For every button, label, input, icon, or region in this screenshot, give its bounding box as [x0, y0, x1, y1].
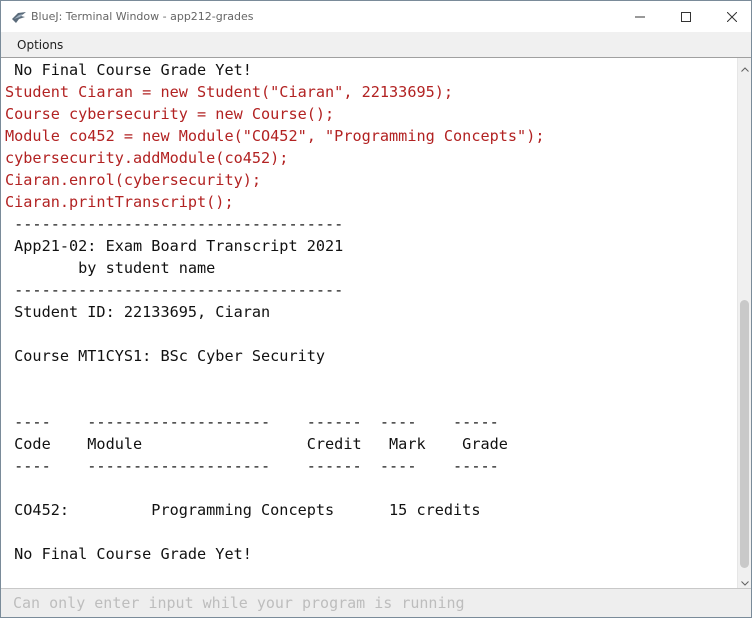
terminal-output-line: ---- -------------------- ------ ---- --…: [5, 457, 499, 475]
terminal-output-line: No Final Course Grade Yet!: [5, 61, 252, 79]
minimize-button[interactable]: [617, 1, 663, 32]
terminal-command-line: Ciaran.printTranscript();: [5, 193, 234, 211]
terminal-output-line: ---- -------------------- ------ ---- --…: [5, 413, 499, 431]
bluej-bird-icon: [11, 9, 27, 23]
terminal-output-line: ------------------------------------: [5, 281, 344, 299]
input-disabled-message: Can only enter input while your program …: [13, 594, 465, 612]
terminal-output[interactable]: No Final Course Grade Yet! Student Ciaran…: [1, 58, 737, 588]
maximize-button[interactable]: [663, 1, 709, 32]
menu-item-options[interactable]: Options: [17, 38, 63, 52]
terminal-output-line: by student name: [5, 259, 216, 277]
menu-bar: Options: [1, 32, 751, 58]
terminal-command-line: Ciaran.enrol(cybersecurity);: [5, 171, 262, 189]
minimize-icon: [635, 12, 645, 22]
terminal-command-line: Student Ciaran = new Student("Ciaran", 2…: [5, 83, 454, 101]
window-title: BlueJ: Terminal Window - app212-grades: [31, 10, 254, 23]
terminal-command-line: Module co452 = new Module("CO452", "Prog…: [5, 127, 545, 145]
terminal-output-line: No Final Course Grade Yet!: [5, 545, 252, 563]
terminal-input-bar[interactable]: Can only enter input while your program …: [1, 588, 751, 617]
terminal-output-line: App21-02: Exam Board Transcript 2021: [5, 237, 344, 255]
vertical-scrollbar[interactable]: [737, 57, 751, 590]
scroll-up-button[interactable]: [738, 57, 751, 76]
close-button[interactable]: [709, 1, 751, 32]
title-bar[interactable]: BlueJ: Terminal Window - app212-grades: [1, 1, 751, 32]
terminal-output-line: CO452: Programming Concepts 15 credits: [5, 501, 481, 519]
terminal-output-line: Code Module Credit Mark Grade: [5, 435, 508, 453]
chevron-up-icon: [741, 57, 749, 76]
scroll-down-button[interactable]: [738, 571, 751, 590]
terminal-output-line: Student ID: 22133695, Ciaran: [5, 303, 271, 321]
scrollbar-thumb[interactable]: [740, 300, 749, 568]
terminal-command-line: cybersecurity.addModule(co452);: [5, 149, 289, 167]
terminal-output-line: ------------------------------------: [5, 215, 344, 233]
terminal-output-line: Course MT1CYS1: BSc Cyber Security: [5, 347, 326, 365]
bluej-terminal-window: BlueJ: Terminal Window - app212-grades O…: [0, 0, 752, 618]
terminal-command-line: Course cybersecurity = new Course();: [5, 105, 335, 123]
chevron-down-icon: [741, 571, 749, 590]
close-icon: [727, 11, 737, 22]
maximize-icon: [681, 11, 691, 22]
